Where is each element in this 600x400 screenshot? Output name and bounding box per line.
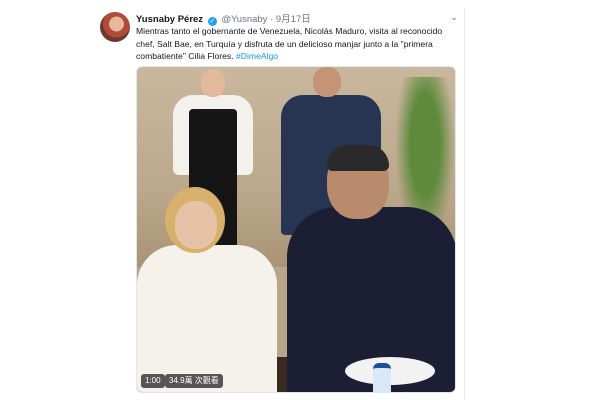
tweet-text: Mientras tanto el gobernante de Venezuel…: [136, 25, 458, 63]
tweet-body: Mientras tanto el gobernante de Venezuel…: [136, 26, 443, 61]
hashtag-link[interactable]: #DimeAlgo: [236, 51, 278, 61]
tweet-date[interactable]: 9月17日: [276, 14, 311, 25]
man-figure: [287, 145, 455, 392]
author-avatar[interactable]: [100, 12, 130, 42]
video-duration-badge: 1:00: [141, 374, 165, 388]
chevron-down-icon[interactable]: ⌄: [448, 12, 460, 22]
video-views-badge: 34.9萬 次觀看: [165, 374, 223, 388]
woman-figure: [137, 187, 277, 392]
tweet-video[interactable]: 1:00 34.9萬 次觀看: [136, 66, 456, 393]
water-bottle: [373, 363, 391, 392]
column-divider: [464, 8, 465, 400]
author-handle[interactable]: @Yusnaby: [221, 14, 267, 25]
author-name[interactable]: Yusnaby Pérez: [136, 14, 203, 25]
tweet-card[interactable]: Yusnaby Pérez ✓ @Yusnaby · 9月17日 ⌄ Mient…: [96, 8, 464, 400]
header-separator: ·: [270, 14, 274, 25]
